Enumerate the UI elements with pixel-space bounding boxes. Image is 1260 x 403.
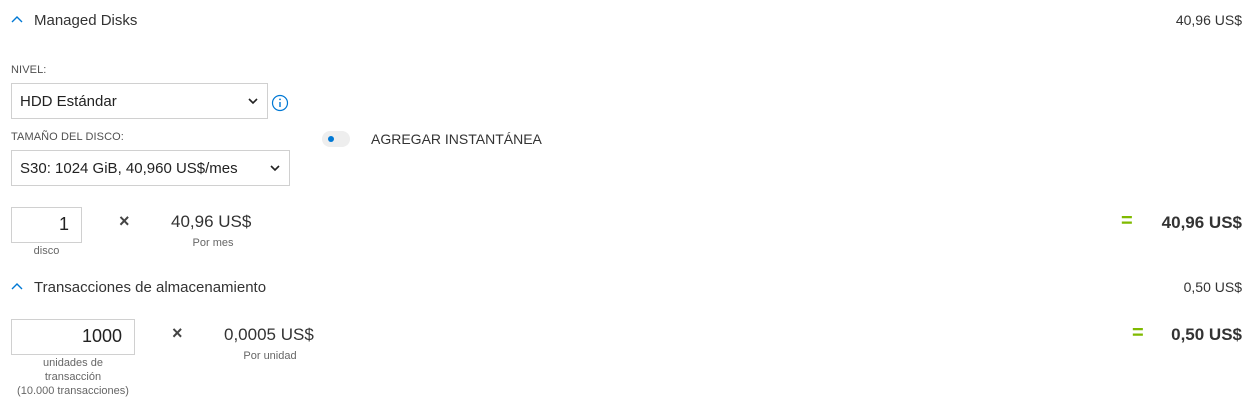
disk-unit-price: 40,96 US$ (171, 212, 252, 231)
transactions-unit-price-period: Por unidad (243, 350, 297, 362)
storage-transactions-title: Transacciones de almacenamiento (34, 278, 267, 296)
disk-size-select[interactable]: S30: 1024 GiB, 40,960 US$/mes (11, 150, 290, 186)
transactions-unit-price: 0,0005 US$ (224, 325, 314, 344)
multiply-sign: × (172, 323, 183, 343)
disk-size-select-value: S30: 1024 GiB, 40,960 US$/mes (20, 159, 238, 177)
disk-unit-price-period: Por mes (192, 237, 234, 249)
transactions-quantity-unit: unidades de transacción (10.000 transacc… (5, 356, 141, 398)
disk-line-total: 40,96 US$ (1161, 213, 1242, 232)
transactions-unit-line-3: (10.000 transacciones) (17, 385, 129, 397)
equals-sign: = (1121, 210, 1133, 232)
storage-transactions-total: 0,50 US$ (1183, 279, 1242, 295)
disk-quantity-unit: disco (33, 245, 60, 257)
managed-disks-total: 40,96 US$ (1175, 12, 1242, 28)
equals-sign: = (1132, 322, 1144, 344)
managed-disks-header[interactable]: Managed Disks (10, 10, 137, 30)
chevron-down-icon (270, 165, 280, 172)
chevron-up-icon (11, 16, 23, 23)
snapshot-label: AGREGAR INSTANTÁNEA (371, 131, 542, 147)
tier-select[interactable]: HDD Estándar (11, 83, 268, 119)
transactions-unit-line-1: unidades de (43, 357, 103, 369)
tier-label: NIVEL: (11, 64, 47, 76)
storage-transactions-header[interactable]: Transacciones de almacenamiento (10, 277, 266, 297)
chevron-up-icon (11, 283, 23, 290)
managed-disks-title: Managed Disks (34, 11, 138, 29)
disk-quantity-input[interactable]: 1 (11, 207, 82, 243)
disk-size-label: TAMAÑO DEL DISCO: (11, 131, 124, 143)
multiply-sign: × (119, 211, 130, 231)
toggle-knob (328, 136, 334, 142)
tier-select-value: HDD Estándar (20, 92, 117, 110)
info-icon[interactable] (271, 94, 289, 112)
transactions-line-total: 0,50 US$ (1171, 325, 1242, 344)
snapshot-toggle[interactable] (322, 131, 350, 147)
transactions-quantity-input[interactable]: 1000 (11, 319, 135, 355)
transactions-unit-line-2: transacción (44, 371, 102, 383)
chevron-down-icon (248, 98, 258, 105)
